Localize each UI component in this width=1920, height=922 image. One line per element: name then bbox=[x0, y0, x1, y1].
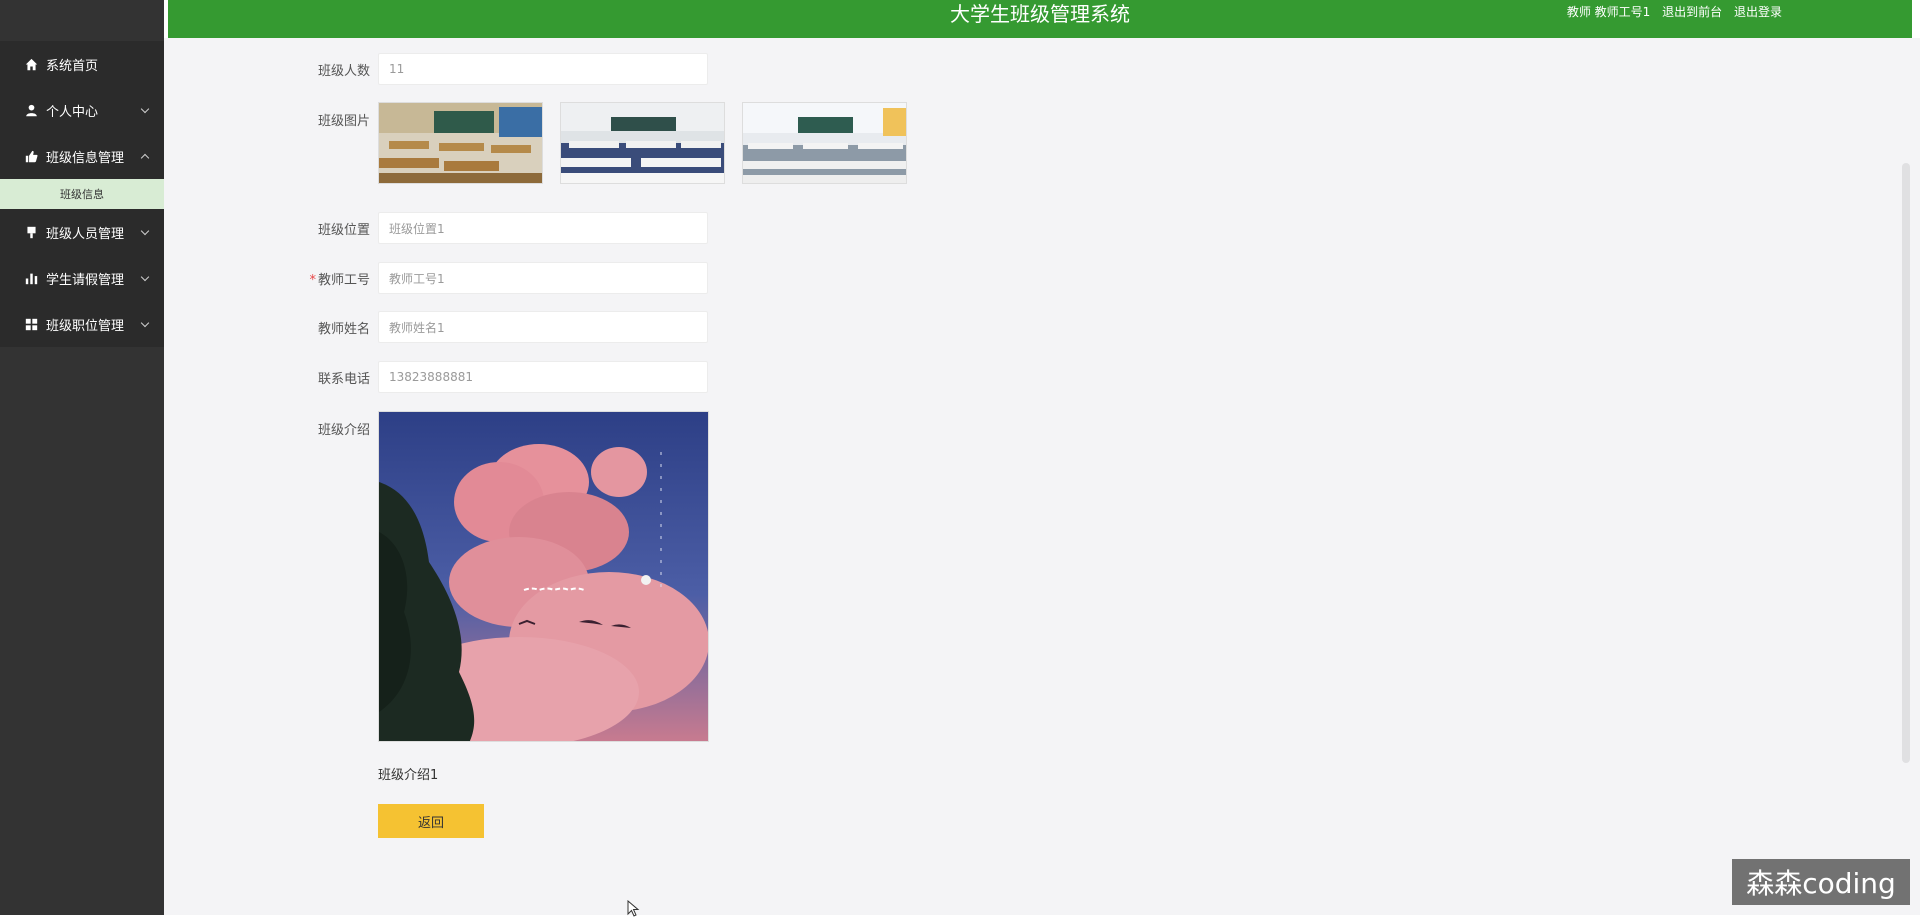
chevron-up-icon bbox=[141, 154, 149, 162]
location-field[interactable]: 班级位置1 bbox=[378, 212, 708, 244]
sidebar-item-label: 班级人员管理 bbox=[46, 223, 124, 242]
members-icon bbox=[24, 225, 38, 239]
teacher-id-field[interactable]: 教师工号1 bbox=[378, 262, 708, 294]
class-size-label: 班级人数 bbox=[306, 60, 378, 79]
teacher-id-label: *教师工号 bbox=[306, 269, 378, 288]
chevron-down-icon bbox=[141, 319, 149, 327]
vertical-scrollbar[interactable] bbox=[1902, 78, 1910, 768]
chart-icon bbox=[24, 271, 38, 285]
sidebar-item-home[interactable]: 系统首页 bbox=[0, 41, 164, 87]
location-label: 班级位置 bbox=[306, 219, 378, 238]
current-user-label: 教师 教师工号1 bbox=[1567, 5, 1650, 19]
form-row-class-images: 班级图片 bbox=[306, 102, 924, 184]
mouse-cursor-icon bbox=[627, 900, 641, 918]
sidebar: 系统首页 个人中心 班级信息管理 班级信息 班级人员管理 学生请假管理 bbox=[0, 0, 164, 915]
user-icon bbox=[24, 103, 38, 117]
intro-image bbox=[378, 411, 709, 742]
chevron-down-icon bbox=[141, 105, 149, 113]
class-info-icon bbox=[24, 149, 38, 163]
phone-label: 联系电话 bbox=[306, 368, 378, 387]
intro-text: 班级介绍1 bbox=[378, 764, 438, 783]
scrollbar-thumb[interactable] bbox=[1902, 163, 1910, 763]
class-image-thumb[interactable] bbox=[378, 102, 543, 184]
watermark: 森森coding bbox=[1732, 859, 1910, 905]
chevron-down-icon bbox=[141, 227, 149, 235]
sidebar-logo-area bbox=[0, 0, 164, 40]
phone-field[interactable]: 13823888881 bbox=[378, 361, 708, 393]
sidebar-item-positions[interactable]: 班级职位管理 bbox=[0, 301, 164, 347]
teacher-name-label: 教师姓名 bbox=[306, 318, 378, 337]
sidebar-subitem-class-info[interactable]: 班级信息 bbox=[0, 179, 164, 209]
teacher-name-field[interactable]: 教师姓名1 bbox=[378, 311, 708, 343]
class-image-thumb[interactable] bbox=[742, 102, 907, 184]
class-image-list bbox=[378, 102, 924, 184]
form-row-phone: 联系电话 13823888881 bbox=[306, 361, 708, 393]
user-bar: 教师 教师工号1 退出到前台 退出登录 bbox=[1559, 3, 1782, 20]
class-size-field[interactable]: 11 bbox=[378, 53, 708, 85]
grid-icon bbox=[24, 317, 38, 331]
main-content: 班级人数 11 班级图片 bbox=[164, 38, 1920, 915]
form-row-intro: 班级介绍 bbox=[306, 411, 709, 742]
sidebar-item-members[interactable]: 班级人员管理 bbox=[0, 209, 164, 255]
sidebar-item-label: 个人中心 bbox=[46, 101, 98, 120]
required-asterisk: * bbox=[309, 273, 316, 288]
exit-to-front-link[interactable]: 退出到前台 bbox=[1662, 5, 1722, 19]
home-icon bbox=[24, 57, 38, 71]
logout-link[interactable]: 退出登录 bbox=[1734, 5, 1782, 19]
class-images-label: 班级图片 bbox=[306, 102, 378, 129]
sidebar-item-label: 学生请假管理 bbox=[46, 269, 124, 288]
sidebar-subitem-label: 班级信息 bbox=[60, 186, 104, 202]
form-row-teacher-id: *教师工号 教师工号1 bbox=[306, 262, 708, 294]
sidebar-item-label: 系统首页 bbox=[46, 55, 98, 74]
top-header: 大学生班级管理系统 教师 教师工号1 退出到前台 退出登录 bbox=[168, 0, 1912, 38]
back-button[interactable]: 返回 bbox=[378, 804, 484, 838]
form-row-location: 班级位置 班级位置1 bbox=[306, 212, 708, 244]
class-image-thumb[interactable] bbox=[560, 102, 725, 184]
sidebar-item-personal[interactable]: 个人中心 bbox=[0, 87, 164, 133]
form-row-class-size: 班级人数 11 bbox=[306, 53, 708, 85]
sidebar-item-class-info[interactable]: 班级信息管理 bbox=[0, 133, 164, 179]
sidebar-item-label: 班级职位管理 bbox=[46, 315, 124, 334]
form-row-teacher-name: 教师姓名 教师姓名1 bbox=[306, 311, 708, 343]
chevron-down-icon bbox=[141, 273, 149, 281]
sidebar-item-leave[interactable]: 学生请假管理 bbox=[0, 255, 164, 301]
sidebar-item-label: 班级信息管理 bbox=[46, 147, 124, 166]
intro-label: 班级介绍 bbox=[306, 411, 378, 438]
